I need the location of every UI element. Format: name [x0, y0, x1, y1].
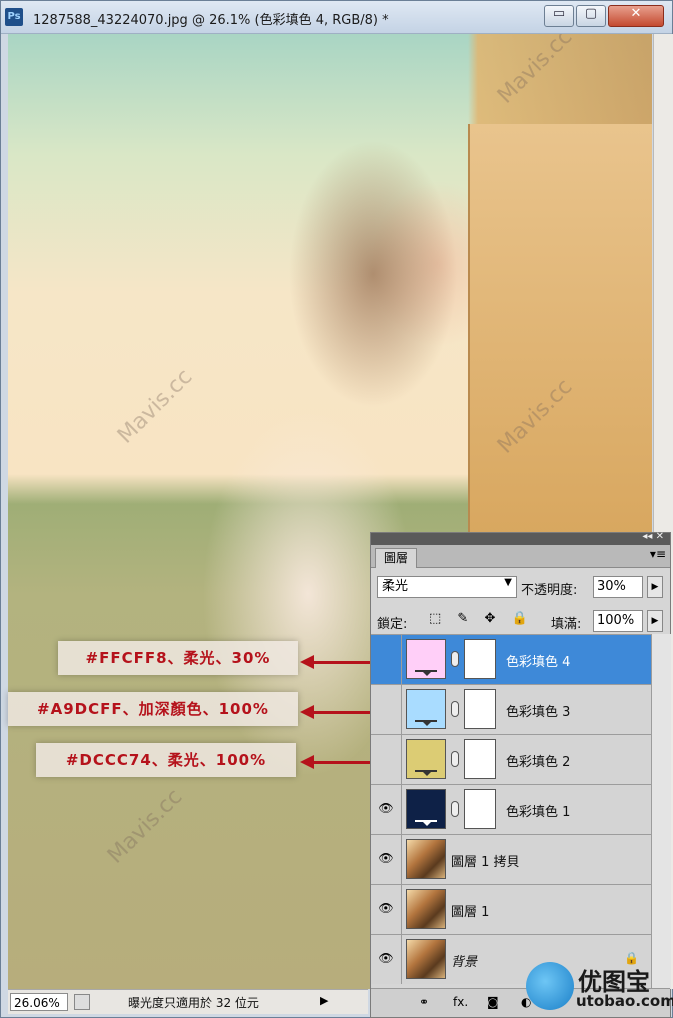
- layer-name: 色彩填色 4: [506, 655, 571, 670]
- lock-options-icons[interactable]: ⬚ ✎ ✥ 🔒: [429, 611, 534, 626]
- site-logo: 优图宝 utobao.com: [518, 958, 673, 1016]
- eye-icon: [377, 701, 395, 715]
- title-bar[interactable]: Ps 1287588_43224070.jpg @ 26.1% (色彩填色 4,…: [1, 1, 672, 34]
- close-icon: ✕: [630, 6, 642, 21]
- layer-image-thumbnail[interactable]: [406, 939, 446, 979]
- layer-mask-thumbnail[interactable]: [464, 739, 496, 779]
- wooden-cabinet-image-region: [468, 124, 652, 564]
- layer-name: 色彩填色 1: [506, 805, 571, 820]
- blend-mode-value: 柔光: [382, 579, 409, 594]
- maximize-icon: ▢: [584, 6, 598, 21]
- add-mask-icon[interactable]: ◙: [487, 995, 499, 1009]
- layer-style-fx-icon[interactable]: fx.: [453, 995, 468, 1009]
- chevron-down-icon: ▼: [504, 577, 512, 588]
- opacity-input[interactable]: 30%: [593, 576, 643, 598]
- layer-row-layer-1-copy[interactable]: 👁 圖層 1 拷貝: [371, 834, 651, 884]
- visibility-toggle[interactable]: [371, 685, 402, 734]
- layer-mask-thumbnail[interactable]: [464, 789, 496, 829]
- layer-mask-thumbnail[interactable]: [464, 689, 496, 729]
- fill-color-thumbnail[interactable]: [406, 639, 446, 679]
- status-message: 曝光度只適用於 32 位元: [128, 996, 259, 1010]
- layer-name: 背景: [451, 955, 478, 970]
- opacity-label: 不透明度:: [521, 583, 578, 598]
- visibility-toggle[interactable]: [371, 635, 402, 684]
- layer-row-color-fill-1[interactable]: 👁 色彩填色 1: [371, 784, 651, 834]
- eye-icon: [377, 751, 395, 765]
- tab-layers[interactable]: 圖層: [375, 548, 417, 568]
- opacity-slider-arrow-icon[interactable]: ▶: [647, 576, 663, 598]
- layers-panel-scrollbar[interactable]: [651, 634, 671, 989]
- bird-logo-icon: [526, 962, 574, 1010]
- layer-image-thumbnail[interactable]: [406, 889, 446, 929]
- visibility-toggle[interactable]: 👁: [371, 885, 402, 934]
- lock-label: 鎖定:: [377, 617, 408, 632]
- layers-panel: ◂◂ ✕ 圖層 ▾≡ 柔光 ▼ 不透明度: 30% ▶ 鎖定: ⬚ ✎ ✥ 🔒 …: [370, 531, 671, 1018]
- layer-name: 色彩填色 3: [506, 705, 571, 720]
- layer-row-color-fill-4[interactable]: 色彩填色 4: [371, 634, 651, 684]
- panel-header-strip: ◂◂ ✕: [371, 531, 670, 545]
- visibility-toggle[interactable]: 👁: [371, 935, 402, 984]
- eye-icon: 👁: [378, 851, 394, 865]
- visibility-toggle[interactable]: 👁: [371, 835, 402, 884]
- watermark-text: Mavis.cc: [112, 364, 198, 449]
- annotation-callout-layer-3: #A9DCFF、加深顏色、100%: [8, 692, 298, 726]
- layer-row-color-fill-2[interactable]: 色彩填色 2: [371, 734, 651, 784]
- eye-icon: 👁: [378, 951, 394, 965]
- minimize-button[interactable]: ▭: [544, 5, 574, 27]
- link-chain-icon[interactable]: [451, 751, 459, 767]
- eye-icon: 👁: [378, 901, 394, 915]
- panel-tab-bar: 圖層 ▾≡: [371, 545, 670, 568]
- watermark-text: Mavis.cc: [492, 34, 578, 109]
- layer-row-color-fill-3[interactable]: 色彩填色 3: [371, 684, 651, 734]
- fill-slider-arrow-icon[interactable]: ▶: [647, 610, 663, 632]
- annotation-callout-layer-4: #FFCFF8、柔光、30%: [58, 641, 298, 675]
- fill-color-thumbnail[interactable]: [406, 789, 446, 829]
- annotation-callout-layer-2: #DCCC74、柔光、100%: [36, 743, 296, 777]
- visibility-toggle[interactable]: [371, 735, 402, 784]
- layer-name: 圖層 1: [451, 905, 490, 920]
- layer-image-thumbnail[interactable]: [406, 839, 446, 879]
- link-chain-icon[interactable]: [451, 801, 459, 817]
- eye-icon: 👁: [378, 801, 394, 815]
- status-bar: 26.06% 曝光度只適用於 32 位元 ▶: [8, 989, 368, 1014]
- status-info-icon[interactable]: [74, 994, 90, 1010]
- zoom-level-field[interactable]: 26.06%: [10, 993, 68, 1011]
- layer-name: 圖層 1 拷貝: [451, 855, 520, 870]
- document-title: 1287588_43224070.jpg @ 26.1% (色彩填色 4, RG…: [33, 13, 389, 28]
- fill-color-thumbnail[interactable]: [406, 739, 446, 779]
- fill-input[interactable]: 100%: [593, 610, 643, 632]
- blend-mode-select[interactable]: 柔光 ▼: [377, 576, 517, 598]
- logo-domain-text: utobao.com: [576, 992, 673, 1010]
- layer-name: 色彩填色 2: [506, 755, 571, 770]
- link-layers-icon[interactable]: ⚭: [419, 995, 429, 1009]
- layer-mask-thumbnail[interactable]: [464, 639, 496, 679]
- link-chain-icon[interactable]: [451, 701, 459, 717]
- watermark-text: Mavis.cc: [102, 784, 188, 869]
- panel-collapse-icon[interactable]: ◂◂ ✕: [642, 531, 664, 542]
- status-menu-arrow-icon[interactable]: ▶: [320, 994, 328, 1007]
- minimize-icon: ▭: [552, 6, 566, 21]
- fill-color-thumbnail[interactable]: [406, 689, 446, 729]
- layer-row-layer-1[interactable]: 👁 圖層 1: [371, 884, 651, 934]
- close-button[interactable]: ✕: [608, 5, 664, 27]
- maximize-button[interactable]: ▢: [576, 5, 606, 27]
- photoshop-app-icon: Ps: [5, 8, 23, 26]
- visibility-toggle[interactable]: 👁: [371, 785, 402, 834]
- fill-label: 填滿:: [551, 617, 582, 632]
- link-chain-icon[interactable]: [451, 651, 459, 667]
- panel-menu-icon[interactable]: ▾≡: [650, 547, 666, 561]
- eye-icon: [377, 651, 395, 665]
